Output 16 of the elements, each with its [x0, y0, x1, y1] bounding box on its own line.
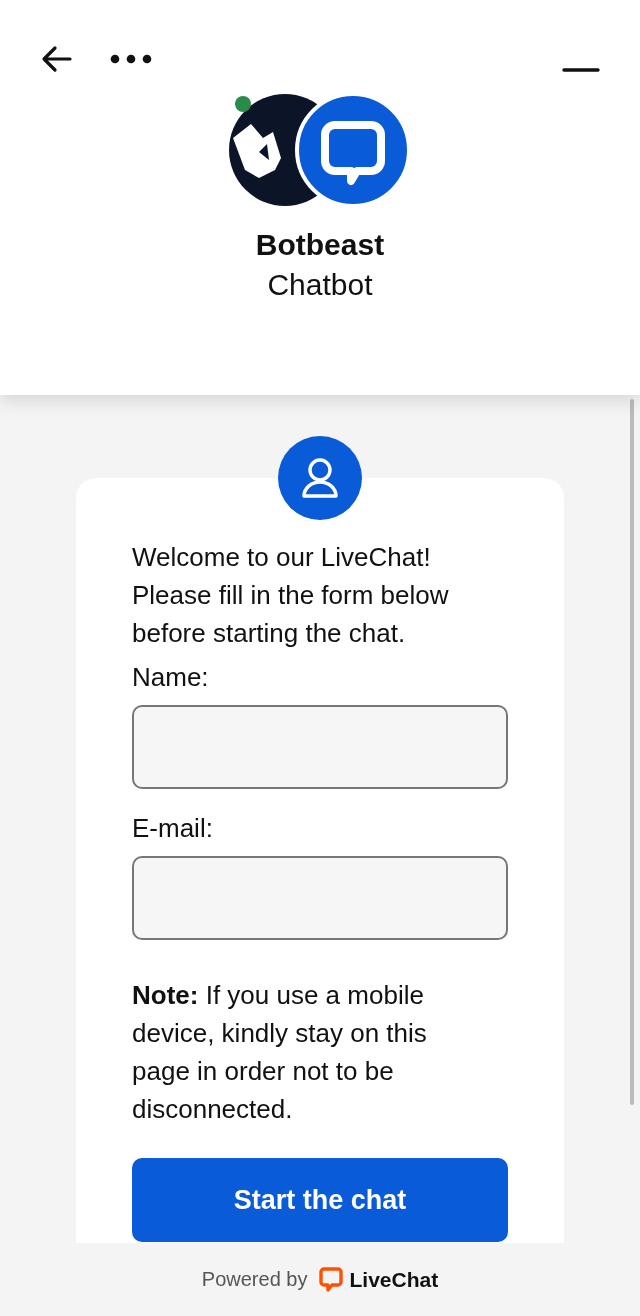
field-label: E-mail: — [132, 813, 214, 844]
scrollbar[interactable] — [630, 399, 634, 1105]
intro-text: Welcome to our LiveChat! Please fill in the form below before starting the chat. — [132, 541, 450, 650]
input-field[interactable] — [132, 856, 508, 940]
brand-name[interactable]: LiveChat — [349, 1267, 439, 1292]
bot-name: Botbeast — [255, 228, 385, 262]
minimize-icon[interactable] — [562, 67, 600, 73]
more-icon[interactable] — [110, 53, 152, 65]
input-field[interactable] — [132, 705, 508, 789]
field-label: Name: — [132, 662, 210, 693]
note-text: Note: If you use a mobile device, kindly stay on this page in order not to be disconnected. — [132, 979, 428, 1126]
back-icon[interactable] — [40, 45, 72, 73]
bot-role: Chatbot — [267, 268, 373, 302]
chat-bubble-icon — [319, 1266, 344, 1293]
powered-by-text: Powered by — [201, 1268, 308, 1291]
start-chat-button[interactable]: Start the chat — [132, 1158, 508, 1242]
